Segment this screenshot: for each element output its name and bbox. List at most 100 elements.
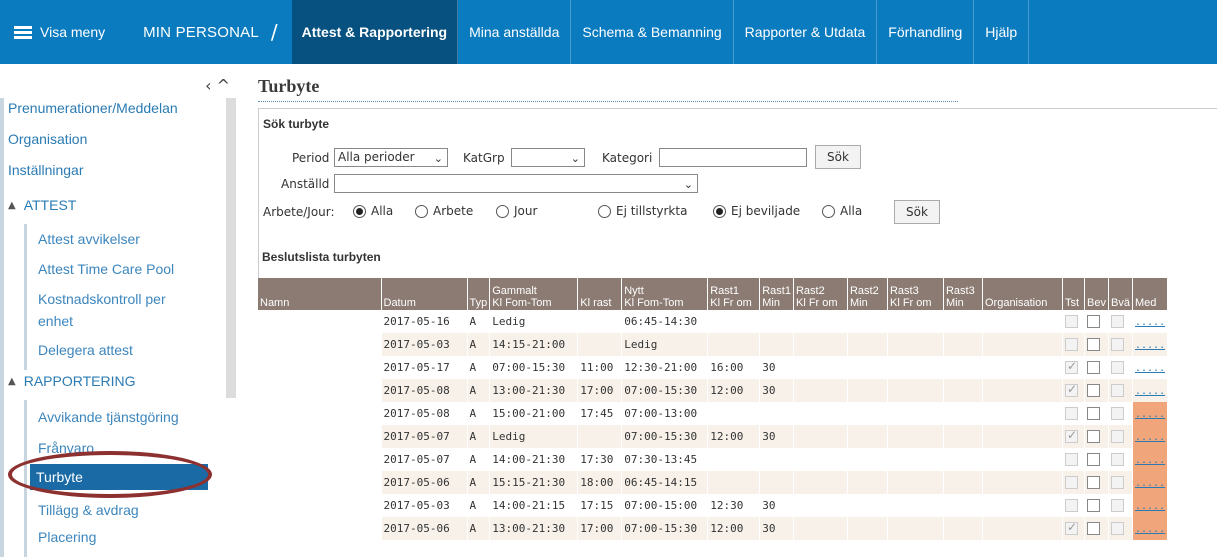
tst-checkbox[interactable] [1064,315,1078,329]
col-rast1-fr[interactable]: Rast1 Kl Fr om [707,278,761,310]
col-med[interactable]: Med [1132,278,1169,310]
bev-checkbox[interactable] [1086,522,1100,536]
tst-checkbox[interactable] [1064,476,1078,490]
bva-checkbox[interactable] [1110,361,1124,375]
brand-title[interactable]: MIN PERSONAL [143,24,259,41]
message-link[interactable]: ..... [1135,478,1165,489]
message-link[interactable]: ..... [1135,501,1165,512]
show-menu-button[interactable]: Visa meny [14,24,105,40]
col-nytt[interactable]: Nytt Kl Fom-Tom [621,278,709,310]
tst-checkbox[interactable] [1064,520,1078,536]
sidebar-item-kostnadskontroll-enhet[interactable]: enhet [38,310,73,332]
col-rast2-min[interactable]: Rast2 Min [847,278,888,310]
tab-schema-bemanning[interactable]: Schema & Bemanning [571,0,734,64]
message-link[interactable]: ..... [1135,317,1165,328]
bev-checkbox[interactable] [1086,407,1100,421]
message-link[interactable]: ..... [1135,340,1165,351]
table-row[interactable]: 2017-05-07 A 14:00-21:30 17:30 07:30-13:45..… [258,448,1169,471]
bva-checkbox[interactable] [1110,476,1124,490]
table-row[interactable]: 2017-05-03 A 14:00-21:15 17:15 07:00-15:00 12… [258,494,1169,517]
message-link[interactable]: ..... [1135,386,1165,397]
table-row[interactable]: 2017-05-06 A 13:00-21:30 17:00 07:00-15:30 12… [258,517,1169,540]
tst-checkbox[interactable] [1064,338,1078,352]
col-rast3-fr[interactable]: Rast3 Kl Fr om [887,278,944,310]
anstalld-select[interactable]: ⌄ [334,174,698,193]
radio-ej-beviljade[interactable]: Ej beviljade [713,204,800,218]
tst-checkbox[interactable] [1064,428,1078,444]
col-typ[interactable]: Typ [467,278,491,310]
table-row[interactable]: 2017-05-16 A Ledig 06:45-14:30..... [258,310,1169,333]
message-link[interactable]: ..... [1135,455,1165,466]
col-tst[interactable]: Tst [1062,278,1085,310]
tst-checkbox[interactable] [1064,453,1078,467]
bev-checkbox[interactable] [1086,315,1100,329]
col-kl-rast[interactable]: Kl rast [577,278,623,310]
tab-rapporter-utdata[interactable]: Rapporter & Utdata [734,0,878,64]
katgrp-select[interactable]: ⌄ [511,148,585,167]
bva-checkbox[interactable] [1110,315,1124,329]
sidebar-item-placering[interactable]: Placering [38,526,96,548]
col-bev[interactable]: Bev [1084,278,1109,310]
bva-checkbox[interactable] [1110,407,1124,421]
bva-checkbox[interactable] [1110,453,1124,467]
col-bva[interactable]: Bvä [1108,278,1133,310]
bev-checkbox[interactable] [1086,338,1100,352]
col-namn[interactable]: Namn [258,278,382,310]
col-rast1-min[interactable]: Rast1 Min [759,278,794,310]
radio-alla-1[interactable]: Alla [353,204,393,218]
collapse-sidebar-icon[interactable]: ‹ ^ [205,76,230,95]
bev-checkbox[interactable] [1086,384,1100,398]
col-organisation[interactable]: Organisation [982,278,1063,310]
sidebar-scrollbar[interactable] [226,98,236,398]
radio-alla-2[interactable]: Alla [822,204,862,218]
bva-checkbox[interactable] [1110,430,1124,444]
bev-checkbox[interactable] [1086,499,1100,513]
message-link[interactable]: ..... [1135,363,1165,374]
sidebar-item-organisation[interactable]: Organisation [8,131,208,147]
tst-checkbox[interactable] [1064,499,1078,513]
sidebar-item-tillagg-avdrag[interactable]: Tillägg & avdrag [38,499,139,521]
bva-checkbox[interactable] [1110,338,1124,352]
table-row[interactable]: 2017-05-03 A 14:15-21:00 Ledig..... [258,333,1169,356]
sidebar-section-rapportering[interactable]: ▲ RAPPORTERING [8,373,135,389]
message-link[interactable]: ..... [1135,409,1165,420]
bev-checkbox[interactable] [1086,430,1100,444]
sidebar-item-kostnadskontroll[interactable]: Kostnadskontroll per [38,288,166,310]
sidebar-item-attest-time-care-pool[interactable]: Attest Time Care Pool [38,258,174,280]
tab-mina-anstallda[interactable]: Mina anställda [458,0,572,64]
sidebar-item-avvikande-tjanstgoring[interactable]: Avvikande tjänstgöring [38,406,179,428]
bva-checkbox[interactable] [1110,522,1124,536]
message-link[interactable]: ..... [1135,524,1165,535]
sidebar-item-turbyte[interactable]: Turbyte [30,464,208,490]
tab-hjalp[interactable]: Hjälp [974,0,1030,64]
tst-checkbox[interactable] [1064,359,1078,375]
tab-attest-rapportering[interactable]: Attest & Rapportering [291,0,459,64]
radio-ej-tillstyrkta[interactable]: Ej tillstyrkta [598,204,687,218]
tst-checkbox[interactable] [1064,407,1078,421]
sidebar-item-prenumerationer[interactable]: Prenumerationer/Meddelan [8,100,208,116]
table-row[interactable]: 2017-05-08 A 13:00-21:30 17:00 07:00-15:30 12… [258,379,1169,402]
sidebar-section-attest[interactable]: ▲ ATTEST [8,197,76,213]
bev-checkbox[interactable] [1086,476,1100,490]
bva-checkbox[interactable] [1110,384,1124,398]
col-rast2-fr[interactable]: Rast2 Kl Fr om [793,278,848,310]
search-button-1[interactable]: Sök [815,145,861,169]
tst-checkbox[interactable] [1064,382,1078,398]
search-button-2[interactable]: Sök [894,200,940,224]
message-link[interactable]: ..... [1135,432,1165,443]
table-row[interactable]: 2017-05-06 A 15:15-21:30 18:00 06:45-14:15..… [258,471,1169,494]
bev-checkbox[interactable] [1086,361,1100,375]
sidebar-item-delegera-attest[interactable]: Delegera attest [38,339,133,361]
table-row[interactable]: 2017-05-17 A 07:00-15:30 11:00 12:30-21:00 16… [258,356,1169,379]
period-select[interactable]: Alla perioder ⌄ [334,148,448,167]
sidebar-item-attest-avvikelser[interactable]: Attest avvikelser [38,228,140,250]
sidebar-item-franvaro[interactable]: Frånvaro [38,437,94,459]
col-rast3-min[interactable]: Rast3 Min [943,278,983,310]
bva-checkbox[interactable] [1110,499,1124,513]
kategori-input[interactable] [659,148,807,167]
col-gammalt[interactable]: Gammalt Kl Fom-Tom [489,278,579,310]
table-row[interactable]: 2017-05-08 A 15:00-21:00 17:45 07:00-13:00..… [258,402,1169,425]
sidebar-item-installningar[interactable]: Inställningar [8,162,208,178]
tab-forhandling[interactable]: Förhandling [877,0,975,64]
col-datum[interactable]: Datum [381,278,468,310]
